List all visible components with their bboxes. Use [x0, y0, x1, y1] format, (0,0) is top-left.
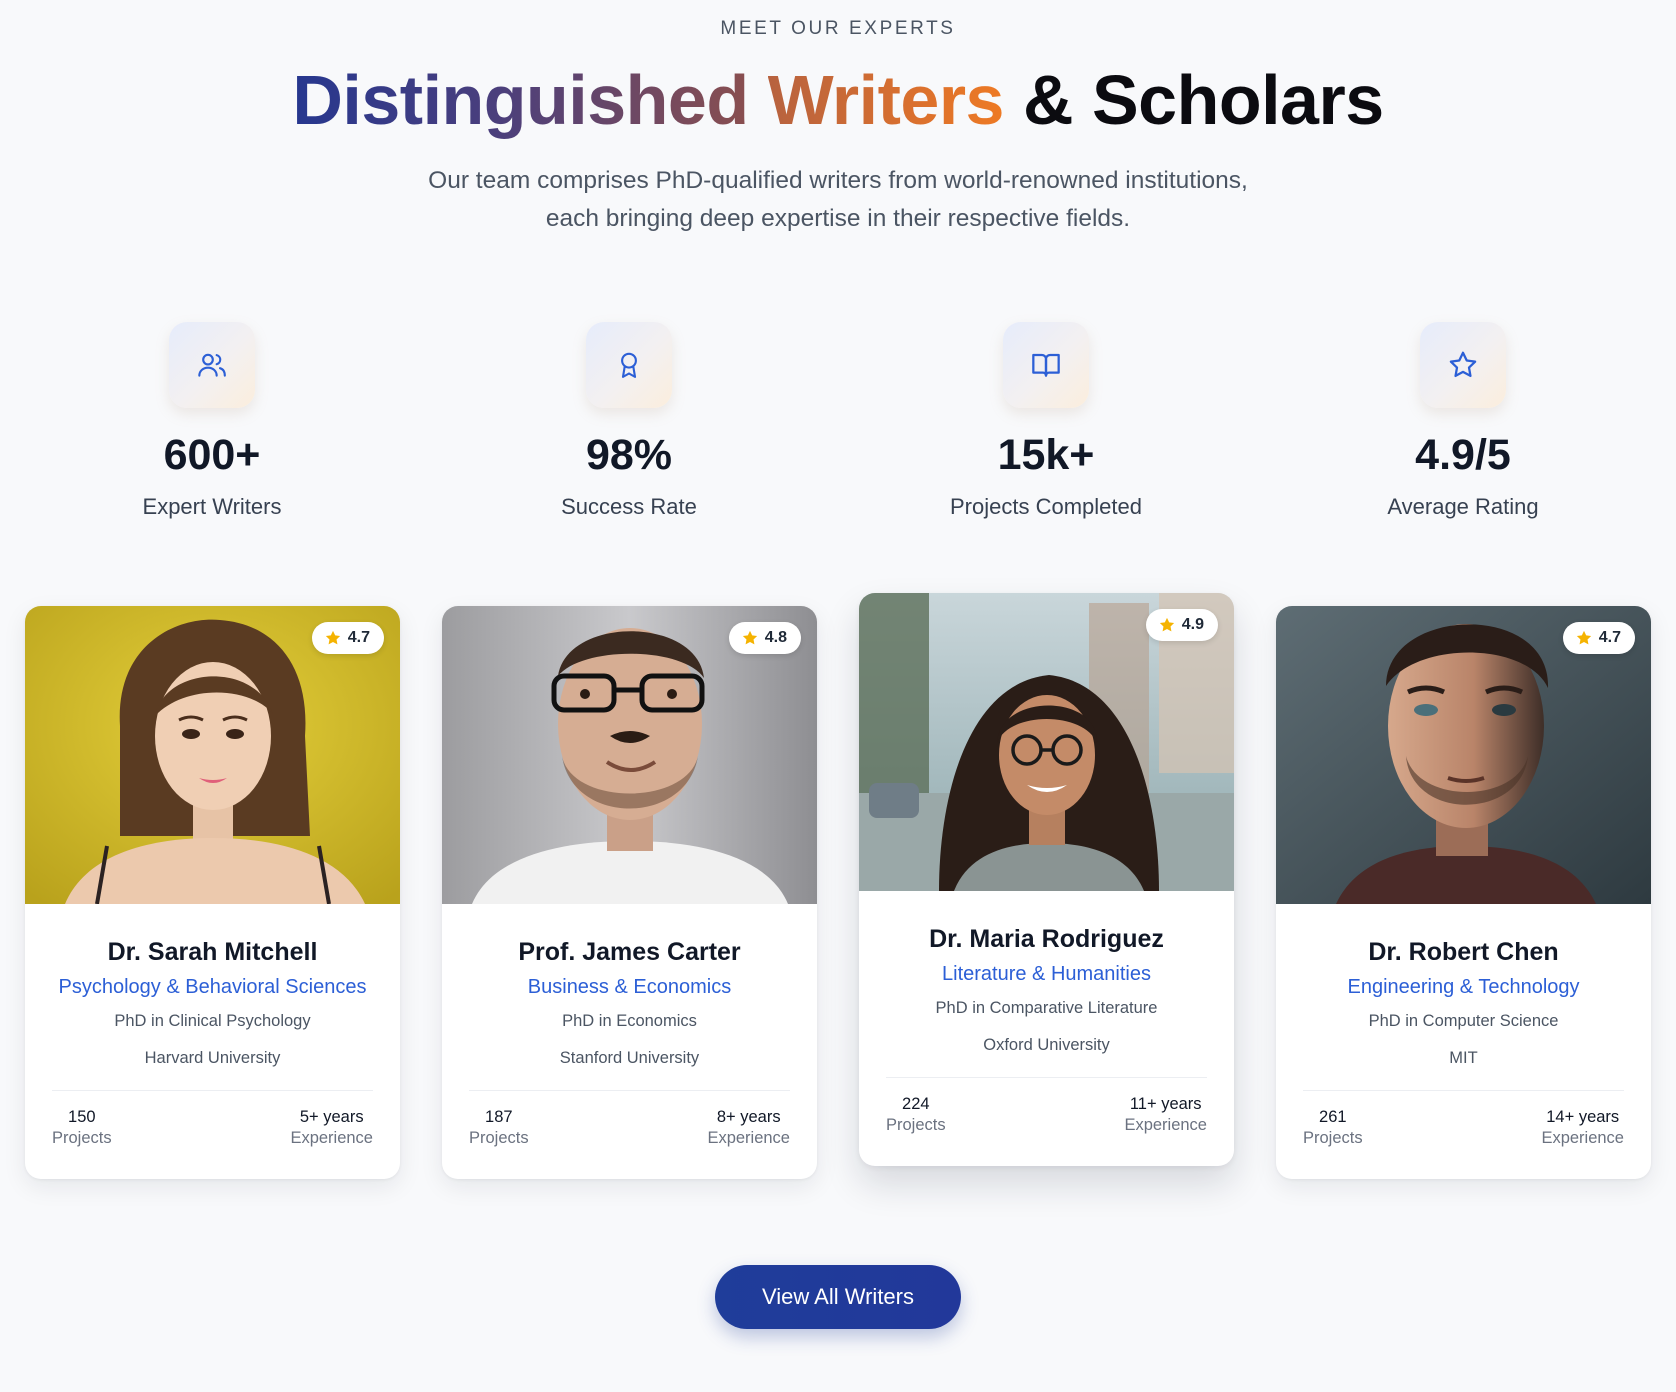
award-icon	[621, 352, 637, 378]
rating-badge: 4.7	[1562, 622, 1635, 654]
writer-university: Oxford University	[983, 1036, 1110, 1054]
rating-badge: 4.8	[728, 622, 801, 654]
projects-label: Projects	[52, 1129, 112, 1147]
writer-photo: 4.7	[1276, 606, 1651, 904]
writer-university: Harvard University	[144, 1049, 281, 1067]
writer-card-james-carter[interactable]: 4.8 Prof. James Carter Business & Econom…	[442, 606, 817, 1179]
section-subtitle: Our team comprises PhD-qualified writers…	[388, 162, 1288, 238]
rating-badge: 4.7	[311, 622, 384, 654]
section-title: Distinguished Writers & Scholars	[0, 58, 1676, 142]
title-part-distinguished: Distinguished	[292, 61, 749, 139]
users-icon	[198, 353, 226, 377]
experience-value: 14+ years	[1546, 1108, 1620, 1126]
card-divider	[469, 1090, 790, 1091]
rating-badge: 4.9	[1145, 609, 1218, 641]
writer-degree: PhD in Clinical Psychology	[114, 1012, 311, 1030]
subtitle-line-2: each bringing deep expertise in their re…	[545, 205, 1131, 232]
star-filled-icon	[742, 630, 757, 645]
writer-card-sarah-mitchell[interactable]: 4.7 Dr. Sarah Mitchell Psychology & Beha…	[25, 606, 400, 1179]
writer-university: MIT	[1449, 1049, 1478, 1067]
experience-label: Experience	[1541, 1129, 1624, 1147]
stat-value: 15k+	[997, 431, 1095, 479]
stat-icon-box	[586, 322, 672, 408]
writer-photo: 4.7	[25, 606, 400, 904]
rating-value: 4.7	[347, 629, 370, 646]
writer-name: Prof. James Carter	[518, 938, 741, 966]
stat-success-rate: 98% Success Rate	[479, 322, 779, 522]
stat-icon-box	[169, 322, 255, 408]
writer-metrics: 187 Projects 8+ years Experience	[469, 1107, 790, 1149]
star-filled-icon	[1576, 630, 1591, 645]
stat-average-rating: 4.9/5 Average Rating	[1313, 322, 1613, 522]
experience-value: 11+ years	[1129, 1095, 1202, 1113]
writer-metrics: 150 Projects 5+ years Experience	[52, 1107, 373, 1149]
projects-metric: 261 Projects	[1303, 1107, 1363, 1149]
writer-name: Dr. Sarah Mitchell	[107, 938, 318, 966]
writer-name: Dr. Robert Chen	[1368, 938, 1559, 966]
writer-field: Engineering & Technology	[1347, 976, 1580, 998]
star-filled-icon	[325, 630, 340, 645]
experience-label: Experience	[290, 1129, 373, 1147]
projects-metric: 187 Projects	[469, 1107, 529, 1149]
stat-icon-box	[1420, 322, 1506, 408]
stat-expert-writers: 600+ Expert Writers	[62, 322, 362, 522]
title-part-scholars: & Scholars	[1022, 61, 1384, 139]
writer-degree: PhD in Comparative Literature	[935, 999, 1158, 1017]
stat-icon-box	[1003, 322, 1089, 408]
projects-metric: 224 Projects	[886, 1094, 946, 1136]
card-divider	[52, 1090, 373, 1091]
projects-count: 261	[1319, 1108, 1347, 1126]
writer-name: Dr. Maria Rodriguez	[929, 925, 1164, 953]
book-open-icon	[1032, 353, 1060, 377]
rating-value: 4.9	[1181, 616, 1204, 633]
experience-label: Experience	[1124, 1116, 1207, 1134]
card-divider	[886, 1077, 1207, 1078]
stat-value: 98%	[585, 431, 673, 479]
card-divider	[1303, 1090, 1624, 1091]
star-filled-icon	[1159, 617, 1174, 632]
writer-card-robert-chen[interactable]: 4.7 Dr. Robert Chen Engineering & Techno…	[1276, 606, 1651, 1179]
projects-metric: 150 Projects	[52, 1107, 112, 1149]
writer-card-maria-rodriguez[interactable]: 4.9 Dr. Maria Rodriguez Literature & Hum…	[859, 593, 1234, 1166]
title-part-writers: Writers	[767, 61, 1005, 139]
rating-value: 4.8	[764, 629, 787, 646]
stat-value: 4.9/5	[1415, 431, 1511, 479]
writer-field: Business & Economics	[527, 976, 732, 998]
projects-label: Projects	[469, 1129, 529, 1147]
stat-label: Projects Completed	[950, 494, 1142, 519]
experience-metric: 5+ years Experience	[290, 1107, 373, 1149]
experts-section: MEET OUR EXPERTS Distinguished Writers &…	[0, 0, 1676, 1392]
writer-photo: 4.8	[442, 606, 817, 904]
rating-value: 4.7	[1598, 629, 1621, 646]
experience-metric: 14+ years Experience	[1541, 1107, 1624, 1149]
star-icon	[1449, 351, 1477, 378]
experience-metric: 8+ years Experience	[707, 1107, 790, 1149]
stat-value: 600+	[163, 431, 261, 479]
section-eyebrow: MEET OUR EXPERTS	[720, 18, 956, 39]
projects-count: 187	[485, 1108, 513, 1126]
writer-metrics: 224 Projects 11+ years Experience	[886, 1094, 1207, 1136]
writer-field: Psychology & Behavioral Sciences	[58, 976, 367, 998]
stat-label: Expert Writers	[142, 494, 282, 519]
projects-count: 150	[68, 1108, 96, 1126]
writer-degree: PhD in Economics	[562, 1012, 697, 1030]
experience-value: 5+ years	[299, 1108, 364, 1126]
experience-value: 8+ years	[716, 1108, 781, 1126]
writer-field: Literature & Humanities	[942, 963, 1151, 985]
stat-label: Success Rate	[561, 494, 697, 519]
experience-metric: 11+ years Experience	[1124, 1094, 1207, 1136]
writer-degree: PhD in Computer Science	[1368, 1012, 1559, 1030]
writer-university: Stanford University	[559, 1049, 700, 1067]
writer-photo: 4.9	[859, 593, 1234, 891]
projects-label: Projects	[886, 1116, 946, 1134]
writer-metrics: 261 Projects 14+ years Experience	[1303, 1107, 1624, 1149]
view-all-writers-button[interactable]: View All Writers	[715, 1265, 961, 1329]
experience-label: Experience	[707, 1129, 790, 1147]
stat-projects-completed: 15k+ Projects Completed	[896, 322, 1196, 522]
subtitle-line-1: Our team comprises PhD-qualified writers…	[428, 167, 1248, 194]
projects-label: Projects	[1303, 1129, 1363, 1147]
projects-count: 224	[902, 1095, 930, 1113]
stat-label: Average Rating	[1387, 494, 1539, 519]
